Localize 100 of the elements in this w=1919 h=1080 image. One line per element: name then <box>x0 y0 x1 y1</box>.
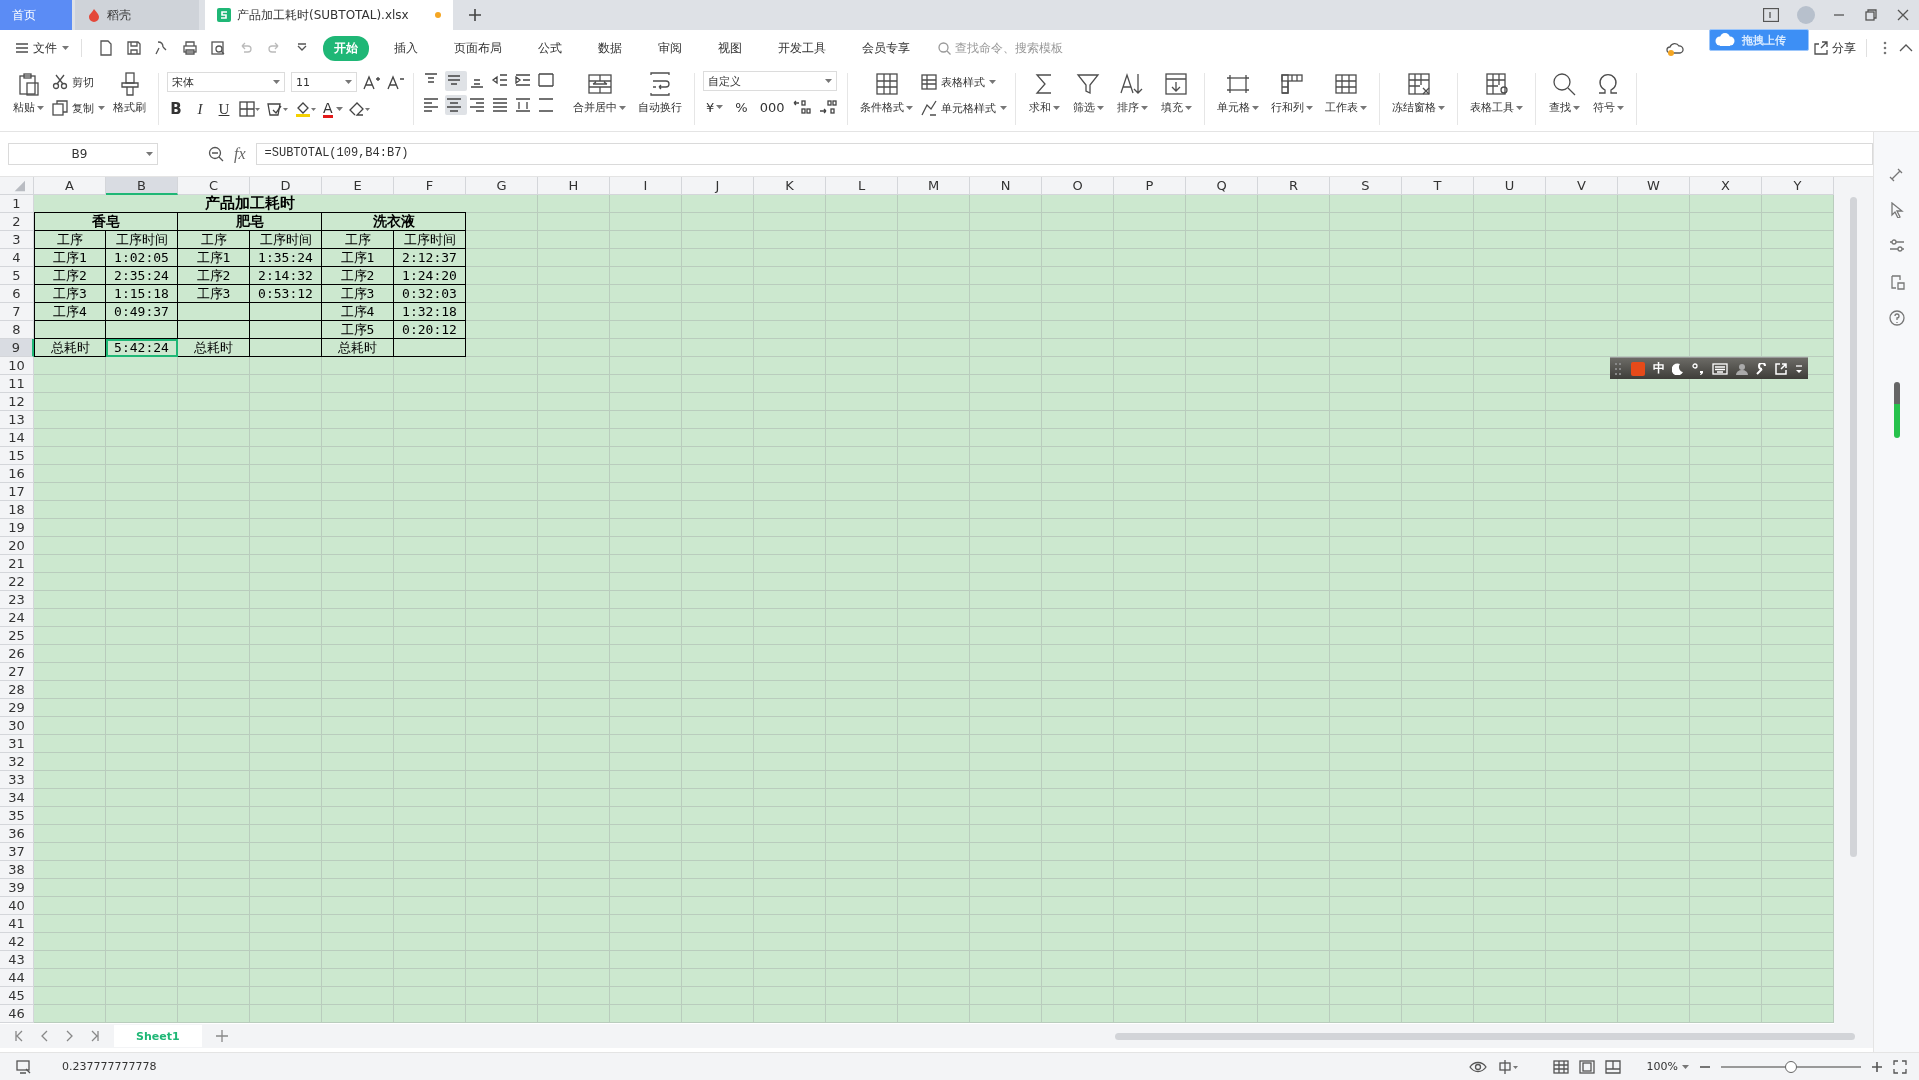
column-header[interactable]: Q <box>1186 177 1258 195</box>
row-header[interactable]: 36 <box>0 825 34 843</box>
font-color-button[interactable]: A <box>323 100 343 118</box>
keyboard-icon[interactable] <box>1711 362 1728 375</box>
row-header[interactable]: 34 <box>0 789 34 807</box>
text-style-button[interactable]: B <box>167 100 185 118</box>
align-icon[interactable] <box>445 95 467 115</box>
ribbon-tab[interactable]: 审阅 <box>647 35 693 61</box>
close-icon[interactable] <box>1897 9 1909 21</box>
column-header[interactable]: A <box>34 177 106 195</box>
ribbon-tab[interactable]: 会员专享 <box>851 35 921 61</box>
row-header[interactable]: 25 <box>0 627 34 645</box>
punctuation-icon[interactable] <box>1692 362 1705 375</box>
column-header[interactable]: K <box>754 177 826 195</box>
column-header[interactable]: E <box>322 177 394 195</box>
input-mode-icon[interactable] <box>1496 1059 1519 1074</box>
row-header[interactable]: 29 <box>0 699 34 717</box>
sliders-icon[interactable] <box>1888 238 1905 254</box>
print-icon[interactable] <box>182 40 198 56</box>
page-layout-icon[interactable] <box>1578 1059 1595 1074</box>
toolbar-button[interactable]: 自动换行 <box>634 69 686 117</box>
row-header[interactable]: 6 <box>0 285 34 303</box>
column-header[interactable]: I <box>610 177 682 195</box>
fill-color-icon[interactable] <box>295 101 317 117</box>
eye-protection-icon[interactable] <box>1468 1059 1487 1074</box>
scrollbar-thumb[interactable] <box>1115 1032 1855 1040</box>
row-header[interactable]: 1 <box>0 195 34 213</box>
row-header[interactable]: 41 <box>0 915 34 933</box>
toolbar-button[interactable]: 工作表 <box>1321 69 1372 117</box>
row-header[interactable]: 28 <box>0 681 34 699</box>
row-header[interactable]: 27 <box>0 663 34 681</box>
row-header[interactable]: 11 <box>0 375 34 393</box>
ribbon-tab[interactable]: 页面布局 <box>443 35 513 61</box>
row-header[interactable]: 19 <box>0 519 34 537</box>
column-header[interactable]: C <box>178 177 250 195</box>
ribbon-tab[interactable]: 数据 <box>587 35 633 61</box>
column-header[interactable]: U <box>1474 177 1546 195</box>
row-header[interactable]: 44 <box>0 969 34 987</box>
file-menu[interactable]: 文件 <box>14 35 71 61</box>
next-sheet-icon[interactable] <box>64 1030 75 1042</box>
toolbar-button[interactable]: 筛选 <box>1068 69 1109 117</box>
font-select[interactable]: 宋体 <box>167 72 285 92</box>
row-header[interactable]: 35 <box>0 807 34 825</box>
column-header[interactable]: V <box>1546 177 1618 195</box>
new-tab-icon[interactable] <box>469 9 481 21</box>
row-header[interactable]: 7 <box>0 303 34 321</box>
toolbar-button[interactable]: 粘贴 <box>8 69 48 117</box>
ribbon-tab[interactable]: 开发工具 <box>767 35 837 61</box>
share-button[interactable]: 分享 <box>1814 39 1856 57</box>
column-header[interactable]: G <box>466 177 538 195</box>
toolbar-button[interactable]: 格式刷 <box>109 69 150 117</box>
function-button[interactable]: fx <box>234 145 246 163</box>
row-header[interactable]: 10 <box>0 357 34 375</box>
zoom-in-icon[interactable] <box>1871 1060 1883 1073</box>
previous-sheet-icon[interactable] <box>39 1030 50 1042</box>
row-header[interactable]: 8 <box>0 321 34 339</box>
person-icon[interactable] <box>1735 362 1748 375</box>
slider-thumb[interactable] <box>1785 1060 1797 1073</box>
row-header[interactable]: 9 <box>0 339 34 357</box>
row-header[interactable]: 31 <box>0 735 34 753</box>
column-header[interactable]: T <box>1402 177 1474 195</box>
column-header[interactable]: O <box>1042 177 1114 195</box>
column-header[interactable]: M <box>898 177 970 195</box>
row-header[interactable]: 38 <box>0 861 34 879</box>
save-icon[interactable] <box>126 40 142 56</box>
toolbar-button[interactable]: 行和列 <box>1267 69 1318 117</box>
toolbar-button[interactable]: 条件格式 <box>856 69 918 117</box>
new-file-icon[interactable] <box>98 40 114 56</box>
column-header[interactable]: R <box>1258 177 1330 195</box>
row-header[interactable]: 15 <box>0 447 34 465</box>
row-header[interactable]: 37 <box>0 843 34 861</box>
toolbar-button[interactable]: 符号 <box>1588 69 1629 117</box>
toolbar-button[interactable]: 合并居中 <box>569 69 630 117</box>
text-style-button[interactable]: I <box>191 100 209 118</box>
increase-decimal-icon[interactable] <box>793 99 814 115</box>
toolbar-button[interactable]: 查找 <box>1544 69 1585 117</box>
toolbar-button[interactable]: 排序 <box>1112 69 1153 117</box>
row-header[interactable]: 20 <box>0 537 34 555</box>
search-field[interactable]: 查找命令、搜索模板 <box>938 41 1078 55</box>
align-icon[interactable] <box>445 71 467 91</box>
column-header[interactable]: D <box>250 177 322 195</box>
number-format-select[interactable]: 自定义 <box>703 71 837 91</box>
input-mode-text[interactable]: 中 <box>1652 360 1665 377</box>
row-header[interactable]: 39 <box>0 879 34 897</box>
formula-field[interactable]: =SUBTOTAL(109,B4:B7) <box>255 143 1873 165</box>
row-header[interactable]: 46 <box>0 1005 34 1023</box>
column-header[interactable]: L <box>826 177 898 195</box>
external-link-icon[interactable] <box>1775 362 1788 375</box>
input-method-toolbar[interactable]: 中 <box>1610 357 1808 379</box>
row-header[interactable]: 21 <box>0 555 34 573</box>
number-format-button[interactable]: 000 <box>756 99 788 115</box>
toolbar-button[interactable]: 求和 <box>1024 69 1065 117</box>
column-header[interactable]: W <box>1618 177 1690 195</box>
toolbar-button[interactable]: 表格工具 <box>1466 69 1528 117</box>
row-header[interactable]: 16 <box>0 465 34 483</box>
column-header[interactable]: P <box>1114 177 1186 195</box>
help-icon[interactable] <box>1888 310 1905 326</box>
print-preview-icon[interactable] <box>210 40 226 56</box>
row-header[interactable]: 40 <box>0 897 34 915</box>
row-header[interactable]: 18 <box>0 501 34 519</box>
